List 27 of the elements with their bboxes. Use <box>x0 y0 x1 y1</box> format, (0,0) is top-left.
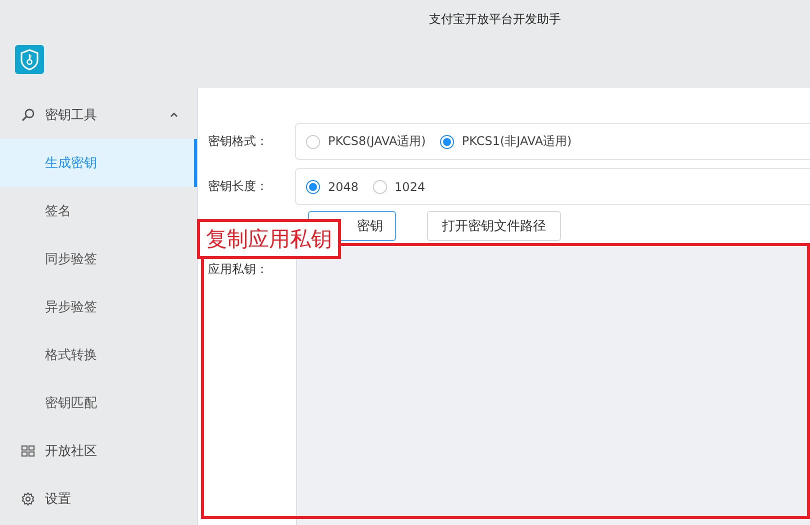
sidebar-item[interactable]: 密钥工具 <box>0 91 197 139</box>
sidebar-subitem[interactable]: 签名 <box>0 187 197 235</box>
field-label: 应用私钥： <box>207 261 269 278</box>
field-label: 密钥长度： <box>207 178 269 195</box>
radio-option[interactable]: PKCS1(非JAVA适用) <box>440 133 572 150</box>
sidebar-subitem[interactable]: 格式转换 <box>0 331 197 379</box>
field-label: 密钥格式： <box>207 133 269 150</box>
sidebar-item[interactable]: 开放社区 <box>0 427 197 475</box>
sidebar-subitem[interactable]: 异步验签 <box>0 283 197 331</box>
radio-button[interactable] <box>306 134 320 148</box>
sidebar-subitem[interactable]: 同步验签 <box>0 235 197 283</box>
open-folder-button[interactable]: 打开密钥文件路径 <box>427 211 561 241</box>
grid-icon <box>21 444 35 458</box>
annotation-tooltip: 复制应用私钥 <box>197 219 341 259</box>
search-icon <box>21 108 35 122</box>
sidebar-subitem[interactable]: 密钥匹配 <box>0 379 197 427</box>
settings-icon <box>21 492 35 506</box>
radio-option[interactable]: PKCS8(JAVA适用) <box>306 133 426 150</box>
shield-key-logo <box>15 45 44 74</box>
radio-option[interactable]: 1024 <box>372 180 426 194</box>
private-key-field[interactable] <box>296 247 810 525</box>
sidebar-item[interactable]: 设置 <box>0 475 197 523</box>
radio-button[interactable] <box>372 180 387 194</box>
radio-option[interactable]: 2048 <box>306 180 359 194</box>
radio-button[interactable] <box>306 180 320 194</box>
radio-button[interactable] <box>440 134 454 148</box>
window-title: 支付宝开放平台开发助手 <box>428 11 562 28</box>
